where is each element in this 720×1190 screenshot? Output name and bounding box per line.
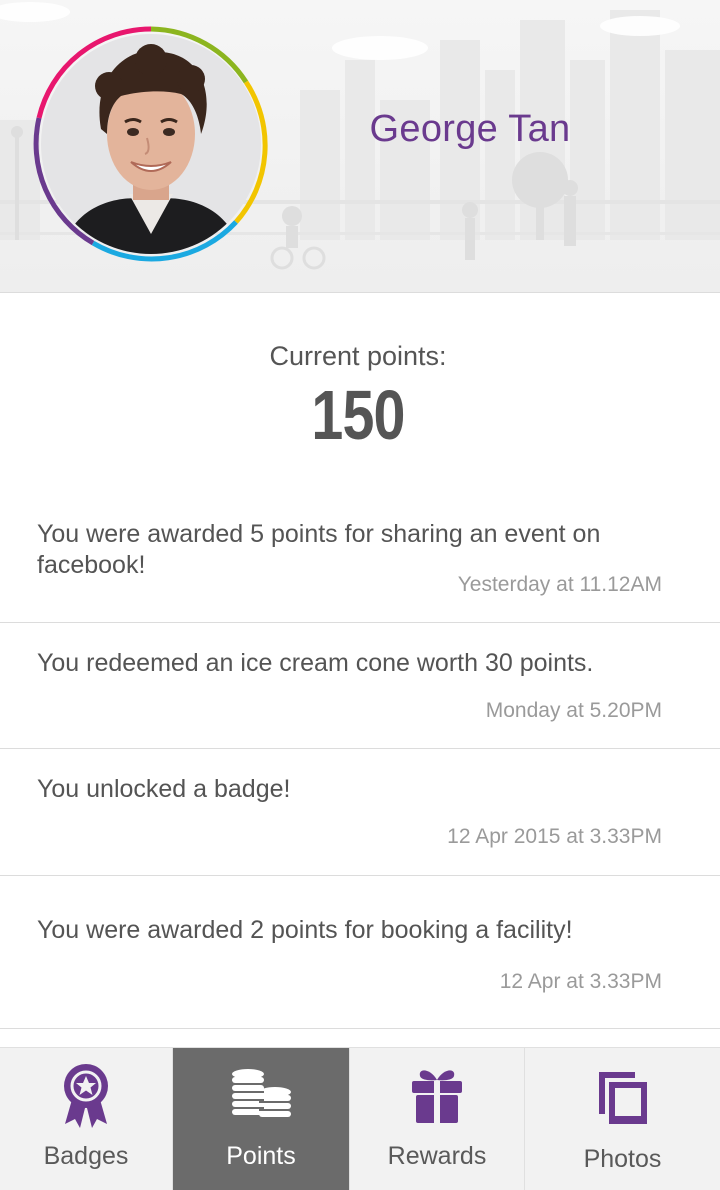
tab-photos-label: Photos (583, 1145, 662, 1173)
tab-rewards[interactable]: Rewards (350, 1048, 525, 1190)
activity-timestamp: Monday at 5.20PM (485, 699, 662, 722)
activity-item[interactable]: You unlocked a badge! 12 Apr 2015 at 3.3… (0, 749, 720, 876)
current-points-label: Current points: (269, 341, 447, 371)
tab-badges[interactable]: Badges (0, 1048, 173, 1190)
coin-stacks-icon (232, 1069, 291, 1117)
current-points-value: 150 (311, 376, 405, 454)
tab-points-label: Points (226, 1142, 296, 1170)
activity-item[interactable]: You redeemed an ice cream cone worth 30 … (0, 623, 720, 749)
points-summary: Current points: 150 (0, 292, 720, 494)
activity-text: You were awarded 5 points for sharing an… (37, 520, 601, 579)
avatar[interactable] (41, 34, 261, 254)
activity-text: You redeemed an ice cream cone worth 30 … (37, 649, 594, 677)
tab-points[interactable]: Points (173, 1048, 350, 1190)
tab-rewards-label: Rewards (387, 1142, 487, 1170)
points-screen: George Tan Current points: 150 You were … (0, 0, 720, 1190)
gift-icon (412, 1070, 462, 1123)
activity-timestamp: 12 Apr 2015 at 3.33PM (447, 825, 662, 848)
activity-text: You were awarded 2 points for booking a … (37, 916, 573, 944)
activity-item[interactable]: You were awarded 5 points for sharing an… (0, 493, 720, 623)
ribbon-badge-icon (64, 1064, 108, 1128)
tab-badges-label: Badges (43, 1142, 129, 1170)
activity-item[interactable]: You were awarded 2 points for booking a … (0, 876, 720, 1029)
activity-text: You unlocked a badge! (37, 775, 291, 803)
activity-timestamp: 12 Apr at 3.33PM (499, 970, 662, 993)
profile-header: George Tan (0, 0, 720, 292)
bottom-nav: Badges Points Rewards Photos (0, 1047, 720, 1190)
tab-photos[interactable]: Photos (525, 1048, 720, 1190)
activity-timestamp: Yesterday at 11.12AM (457, 573, 662, 596)
user-portrait-image (41, 34, 261, 254)
photo-stack-icon (598, 1072, 647, 1124)
user-name: George Tan (369, 108, 571, 150)
